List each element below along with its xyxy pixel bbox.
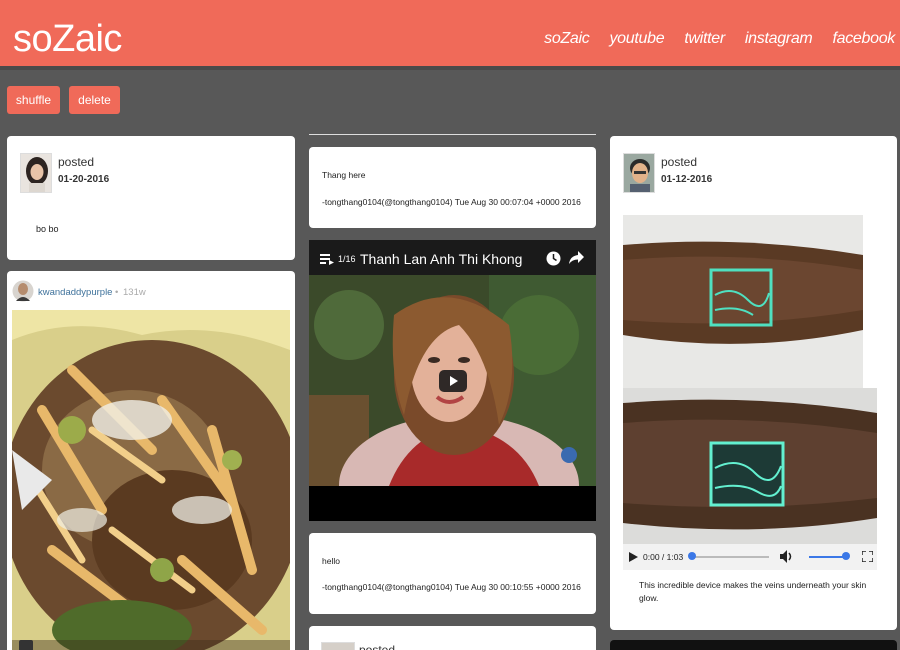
avatar bbox=[623, 153, 655, 193]
post-body: bo bo bbox=[36, 224, 59, 234]
play-icon[interactable] bbox=[629, 552, 638, 562]
tweet-meta: -tongthang0104(@tongthang0104) Tue Aug 3… bbox=[322, 582, 581, 592]
volume-thumb[interactable] bbox=[842, 552, 850, 560]
post-card: posted 01-20-2016 bo bo bbox=[7, 136, 295, 260]
avatar-photo bbox=[21, 154, 51, 192]
separator-dot: • bbox=[115, 287, 119, 298]
post-title: posted bbox=[661, 155, 698, 169]
video-title[interactable]: Thanh Lan Anh Thi Khong bbox=[360, 251, 522, 267]
nav-link-instagram[interactable]: instagram bbox=[745, 30, 813, 48]
nav-link-sozaic[interactable]: soZaic bbox=[544, 30, 590, 48]
tweet-card: Thang here -tongthang0104(@tongthang0104… bbox=[309, 147, 596, 228]
playlist-icon[interactable] bbox=[320, 253, 334, 265]
post-age: 131w bbox=[123, 287, 146, 298]
nav-link-youtube[interactable]: youtube bbox=[609, 30, 664, 48]
play-button-icon[interactable] bbox=[439, 370, 467, 392]
shuffle-button[interactable]: shuffle bbox=[7, 86, 60, 114]
arm-device-image bbox=[623, 215, 863, 388]
video-frame[interactable] bbox=[623, 388, 877, 544]
video-time: 0:00 / 1:03 bbox=[643, 552, 684, 562]
playlist-counter: 1/16 bbox=[338, 254, 356, 264]
share-icon[interactable] bbox=[569, 251, 584, 265]
brand-logo[interactable]: soZaic bbox=[13, 18, 122, 61]
volume-icon[interactable] bbox=[780, 550, 794, 563]
clock-icon[interactable] bbox=[546, 251, 561, 266]
tweet-text: hello bbox=[322, 556, 340, 566]
post-card: posted bbox=[309, 626, 596, 650]
top-nav: soZaic youtube twitter instagram faceboo… bbox=[544, 30, 895, 48]
delete-button[interactable]: delete bbox=[69, 86, 120, 114]
progress-thumb[interactable] bbox=[688, 552, 696, 560]
video-controls: 0:00 / 1:03 bbox=[623, 544, 877, 570]
tweet-text: Thang here bbox=[322, 170, 366, 180]
youtube-video-card[interactable]: 1/16 Thanh Lan Anh Thi Khong bbox=[309, 240, 596, 521]
video-caption: This incredible device makes the veins u… bbox=[639, 580, 867, 603]
post-card bbox=[610, 640, 897, 650]
post-date: 01-12-2016 bbox=[661, 174, 713, 185]
post-title: posted bbox=[58, 155, 95, 169]
nav-link-twitter[interactable]: twitter bbox=[684, 30, 725, 48]
user-avatar-icon bbox=[12, 280, 34, 302]
post-card: posted 01-12-2016 0:00 / 1:03 This incre… bbox=[610, 136, 897, 630]
post-date: 01-20-2016 bbox=[58, 174, 110, 185]
video-title-bar: 1/16 Thanh Lan Anh Thi Khong bbox=[309, 240, 596, 275]
avatar bbox=[321, 642, 355, 650]
tweet-meta: -tongthang0104(@tongthang0104) Tue Aug 3… bbox=[322, 197, 581, 207]
progress-slider[interactable] bbox=[691, 556, 769, 558]
camera-icon[interactable] bbox=[19, 640, 33, 650]
column-divider bbox=[309, 134, 596, 135]
instagram-username[interactable]: kwandaddypurple bbox=[38, 287, 112, 298]
instagram-card: kwandaddypurple • 131w bbox=[7, 271, 295, 650]
avatar bbox=[20, 153, 52, 193]
post-title: posted bbox=[359, 643, 396, 650]
fullscreen-icon[interactable] bbox=[862, 551, 873, 562]
food-photo bbox=[12, 310, 290, 650]
tweet-card: hello -tongthang0104(@tongthang0104) Tue… bbox=[309, 533, 596, 614]
avatar-photo bbox=[624, 154, 654, 192]
top-header: soZaic soZaic youtube twitter instagram … bbox=[0, 0, 900, 70]
nav-link-facebook[interactable]: facebook bbox=[832, 30, 895, 48]
